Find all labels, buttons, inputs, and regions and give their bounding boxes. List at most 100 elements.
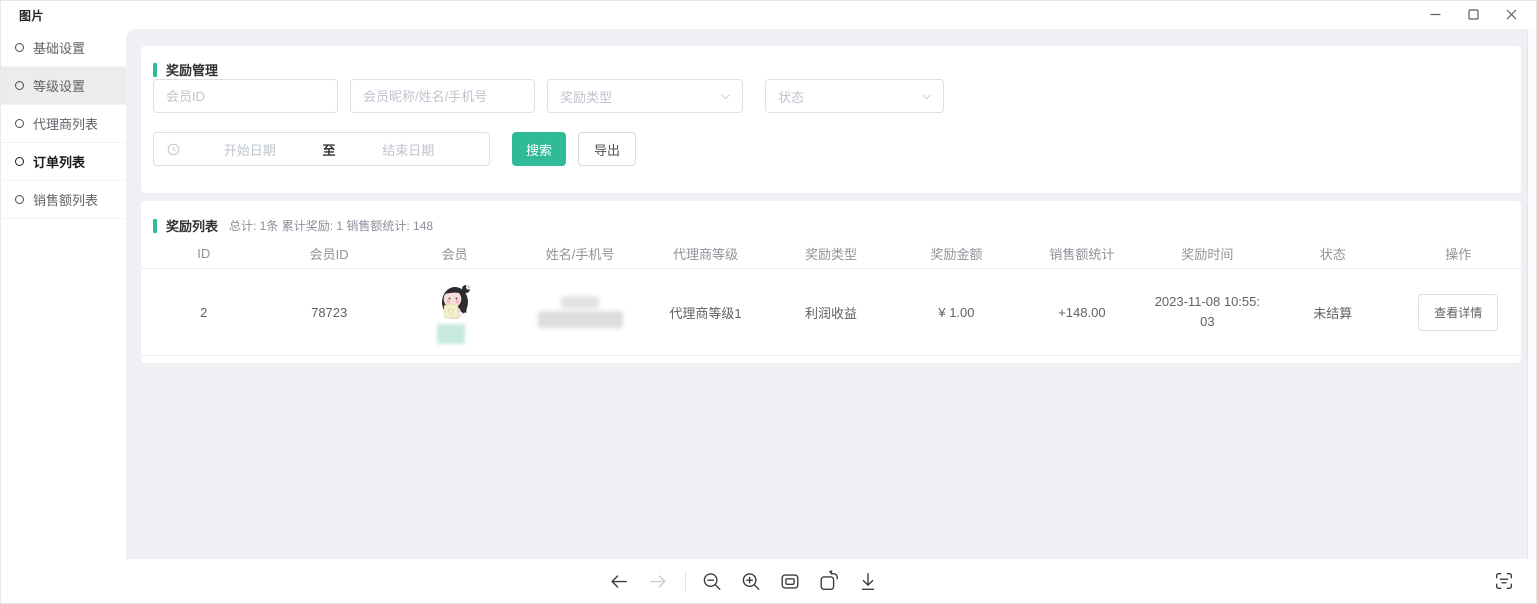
rotate-button[interactable] xyxy=(815,568,842,595)
avatar-blurred-block xyxy=(437,324,465,344)
radio-circle-icon xyxy=(15,157,24,166)
radio-circle-icon xyxy=(15,119,24,128)
vertical-scrollbar[interactable] xyxy=(1527,29,1536,559)
cell-agent-level: 代理商等级1 xyxy=(669,303,741,322)
view-detail-button[interactable]: 查看详情 xyxy=(1418,294,1498,331)
zoom-in-button[interactable] xyxy=(737,568,764,595)
main-content: 奖励管理 奖励类型 状态 开始日期 至 结束日期 xyxy=(126,29,1527,559)
window-controls xyxy=(1416,2,1530,27)
col-header-member: 会员 xyxy=(442,244,468,263)
forward-button[interactable] xyxy=(644,568,671,595)
date-separator: 至 xyxy=(319,140,340,159)
filter-row-1: 奖励类型 状态 xyxy=(153,79,944,113)
clock-icon xyxy=(166,142,181,157)
cell-member-id: 78723 xyxy=(311,305,347,320)
back-button[interactable] xyxy=(605,568,632,595)
sidebar-item-level-settings[interactable]: 等级设置 xyxy=(1,67,126,105)
filter-card-title: 奖励管理 xyxy=(153,60,218,79)
toolbar-icon-group xyxy=(605,568,893,595)
table-summary-stats: 总计: 1条 累计奖励: 1 销售额统计: 148 xyxy=(229,217,433,234)
minimize-button[interactable] xyxy=(1416,2,1454,27)
col-header-name-phone: 姓名/手机号 xyxy=(546,244,615,263)
table-header-row: ID 会员ID 会员 姓名/手机号 代理商等级 奖励类型 奖励金额 销售额统计 … xyxy=(141,239,1521,269)
text-scan-ocr-button[interactable] xyxy=(1490,567,1518,595)
reward-list-card: 奖励列表 总计: 1条 累计奖励: 1 销售额统计: 148 ID 会员ID 会… xyxy=(141,201,1521,363)
col-header-reward-amount: 奖励金额 xyxy=(930,244,982,263)
rotate-icon xyxy=(818,570,840,592)
table-row: 2 78723 xyxy=(141,269,1521,356)
sidebar-item-label: 代理商列表 xyxy=(33,114,98,133)
col-header-actions: 操作 xyxy=(1445,244,1471,263)
close-icon xyxy=(1505,8,1518,21)
table-card-title: 奖励列表 总计: 1条 累计奖励: 1 销售额统计: 148 xyxy=(153,216,433,235)
accent-bar xyxy=(153,219,157,233)
photo-viewer-toolbar xyxy=(1,559,1536,603)
col-header-agent-level: 代理商等级 xyxy=(673,244,738,263)
status-placeholder: 状态 xyxy=(778,87,804,106)
redacted-phone-block xyxy=(538,311,623,328)
redacted-name-block xyxy=(561,296,599,309)
back-arrow-icon xyxy=(608,570,630,592)
cell-id: 2 xyxy=(200,305,207,320)
status-select[interactable]: 状态 xyxy=(765,79,944,113)
reward-type-select[interactable]: 奖励类型 xyxy=(547,79,743,113)
fit-to-window-button[interactable] xyxy=(776,568,803,595)
accent-bar xyxy=(153,63,157,77)
sidebar-item-label: 基础设置 xyxy=(33,38,85,57)
col-header-reward-time: 奖励时间 xyxy=(1181,244,1233,263)
sidebar-item-label: 销售额列表 xyxy=(33,190,98,209)
sidebar-item-agent-list[interactable]: 代理商列表 xyxy=(1,105,126,143)
export-button[interactable]: 导出 xyxy=(578,132,636,166)
sidebar-item-label: 等级设置 xyxy=(33,76,85,95)
window-title: 图片 xyxy=(19,7,44,24)
cell-member-avatar xyxy=(433,281,477,344)
col-header-sales-total: 销售额统计 xyxy=(1049,244,1114,263)
text-scan-icon xyxy=(1493,570,1515,592)
start-date-input[interactable]: 开始日期 xyxy=(181,140,319,159)
cell-status: 未结算 xyxy=(1313,303,1352,322)
end-date-input[interactable]: 结束日期 xyxy=(340,140,478,159)
member-name-input[interactable] xyxy=(350,79,535,113)
radio-circle-icon xyxy=(15,195,24,204)
cell-name-phone-redacted xyxy=(538,296,623,328)
chevron-down-icon xyxy=(920,90,933,103)
col-header-member-id: 会员ID xyxy=(310,244,349,263)
col-header-reward-type: 奖励类型 xyxy=(805,244,857,263)
sidebar-item-sales-list[interactable]: 销售额列表 xyxy=(1,181,126,219)
chevron-down-icon xyxy=(719,90,732,103)
reward-filter-card: 奖励管理 奖励类型 状态 开始日期 至 结束日期 xyxy=(141,46,1521,193)
date-range-picker[interactable]: 开始日期 至 结束日期 xyxy=(153,132,490,166)
col-header-id: ID xyxy=(197,246,210,261)
table-title: 奖励列表 xyxy=(166,216,218,235)
maximize-icon xyxy=(1467,8,1480,21)
title-bar: 图片 xyxy=(1,1,1536,29)
sidebar-item-order-list[interactable]: 订单列表 xyxy=(1,143,126,181)
photos-app-window: 图片 基础设置 等级设置 代理商列表 订单列表 xyxy=(0,0,1537,604)
forward-arrow-icon xyxy=(647,570,669,592)
radio-circle-icon xyxy=(15,43,24,52)
cell-sales-total: +148.00 xyxy=(1058,305,1105,320)
zoom-in-icon xyxy=(740,570,762,592)
page-title: 奖励管理 xyxy=(166,60,218,79)
sidebar: 基础设置 等级设置 代理商列表 订单列表 销售额列表 xyxy=(1,29,126,559)
cell-reward-amount: ¥ 1.00 xyxy=(938,305,974,320)
sidebar-item-basic-settings[interactable]: 基础设置 xyxy=(1,29,126,67)
member-id-input[interactable] xyxy=(153,79,338,113)
filter-row-2: 开始日期 至 结束日期 搜索 导出 xyxy=(153,132,636,166)
sidebar-item-label: 订单列表 xyxy=(33,152,85,171)
col-header-status: 状态 xyxy=(1320,244,1346,263)
close-button[interactable] xyxy=(1492,2,1530,27)
zoom-out-icon xyxy=(701,570,723,592)
avatar-cartoon-girl xyxy=(433,281,477,325)
zoom-out-button[interactable] xyxy=(698,568,725,595)
radio-circle-icon xyxy=(15,81,24,90)
cell-reward-time: 2023-11-08 10:55:03 xyxy=(1152,292,1262,332)
search-button[interactable]: 搜索 xyxy=(512,132,566,166)
toolbar-divider xyxy=(685,571,686,591)
maximize-button[interactable] xyxy=(1454,2,1492,27)
minimize-icon xyxy=(1429,8,1442,21)
save-download-button[interactable] xyxy=(854,568,881,595)
fit-to-window-icon xyxy=(779,570,801,592)
download-icon xyxy=(857,570,879,592)
cell-reward-type: 利润收益 xyxy=(805,303,857,322)
